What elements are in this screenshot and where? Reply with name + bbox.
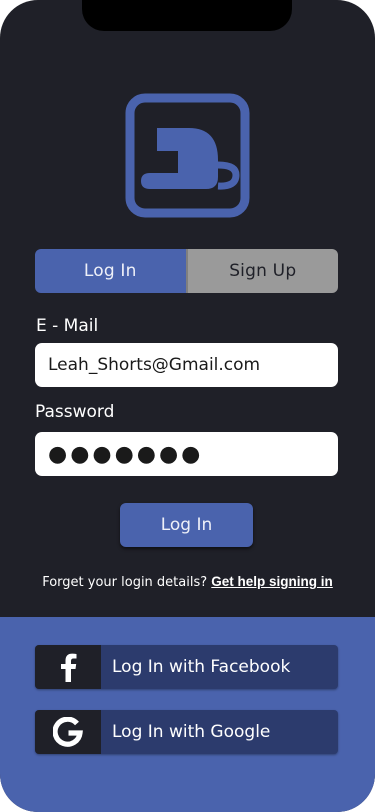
email-label: E - Mail [36, 316, 99, 336]
forgot-prompt: Forget your login details? [42, 575, 208, 590]
login-button[interactable]: Log In [120, 503, 253, 547]
facebook-login-label: Log In with Facebook [112, 657, 291, 677]
google-login-label: Log In with Google [112, 722, 271, 742]
tab-sign-up[interactable]: Sign Up [185, 249, 338, 293]
auth-tab-switcher: Log In Sign Up [35, 249, 338, 293]
get-help-link[interactable]: Get help signing in [211, 574, 333, 589]
password-label: Password [35, 402, 115, 422]
password-field[interactable]: ●●●●●●● [35, 432, 338, 476]
device-notch [82, 0, 292, 31]
phone-screen: Log In Sign Up E - Mail Leah_Shorts@Gmai… [0, 0, 375, 812]
facebook-login-button[interactable]: Log In with Facebook [35, 645, 338, 689]
forgot-details-text: Forget your login details? Get help sign… [0, 574, 375, 590]
google-icon [35, 710, 101, 754]
app-logo-cup-icon [125, 93, 250, 218]
google-login-button[interactable]: Log In with Google [35, 710, 338, 754]
tab-log-in[interactable]: Log In [35, 249, 186, 293]
email-field[interactable]: Leah_Shorts@Gmail.com [35, 343, 338, 387]
facebook-icon [35, 645, 101, 689]
